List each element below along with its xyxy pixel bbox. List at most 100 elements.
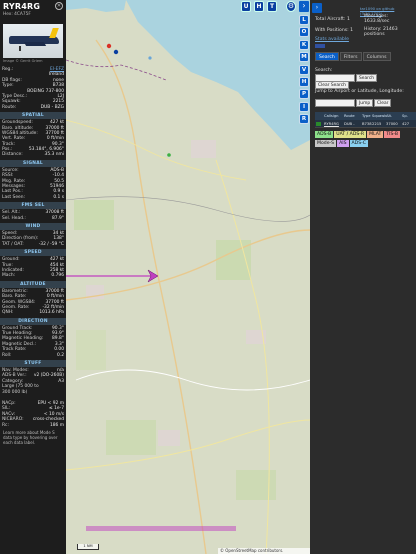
total-aircraft: Total Aircraft: 1 <box>315 17 350 22</box>
section-header-stuff[interactable]: STUFF <box>0 360 66 368</box>
legend-ais: AIS <box>337 140 349 147</box>
info-row-value: 1013.6 hPa <box>39 310 64 316</box>
jump-label: Jump to Airport or Latitude, Longitude: <box>315 89 404 94</box>
table-cell: 37000 <box>386 122 398 126</box>
column-header[interactable]: Route <box>344 112 362 120</box>
info-row-value: 0.1 s <box>53 194 64 200</box>
tab-columns[interactable]: Columns <box>362 52 391 61</box>
aircraft-photo[interactable] <box>3 24 63 58</box>
jump-input[interactable] <box>315 99 355 107</box>
map-button-u[interactable]: U <box>241 1 251 12</box>
layer-button-i[interactable]: I <box>299 101 309 112</box>
column-header[interactable] <box>315 112 324 120</box>
search-button[interactable]: Search <box>356 74 378 82</box>
info-row-value: 35.3 nmi <box>44 152 64 158</box>
section-header-altitude[interactable]: ALTITUDE <box>0 280 66 288</box>
jump-button[interactable]: Jump <box>356 99 374 107</box>
info-row-value: -32 / -59 °C <box>38 241 64 247</box>
legend-ads-c: ADS-C <box>349 140 368 147</box>
map-view[interactable]: U H T ⚙ › + − 1 NM © OpenStreetMap contr… <box>66 0 310 554</box>
section-header-spatial[interactable]: SPATIAL <box>0 112 66 120</box>
info-row-key: Sel. Head.: <box>2 215 26 221</box>
tab-search[interactable]: Search <box>315 52 339 61</box>
stats-swatch <box>315 44 325 48</box>
layer-button-p[interactable]: P <box>299 89 309 100</box>
section-header-signal[interactable]: SIGNAL <box>0 159 66 167</box>
section-header-speed[interactable]: SPEED <box>0 249 66 257</box>
table-cell: DUB - BZG <box>344 122 355 134</box>
legend-ads-b: ADS-B <box>315 131 334 138</box>
table-cell: RYR4RG <box>324 122 339 126</box>
info-row-value: 87.9° <box>52 215 64 221</box>
with-positions: With Positions: 1 <box>315 28 354 33</box>
map-button-t[interactable]: T <box>267 1 277 12</box>
stats-link[interactable]: Stats available <box>315 37 349 43</box>
info-row-key: Route: <box>2 104 17 110</box>
info-row: Sel. Head.: 87.9° <box>2 216 64 221</box>
expand-arrow-icon[interactable]: › <box>299 1 309 12</box>
info-row-key: QNH: <box>2 310 14 316</box>
panel-tabs: Search Filters Columns <box>315 52 391 61</box>
info-row: Roll: 0.2 <box>2 353 64 358</box>
aircraft-table: Callsign Route Type Squawk Alt. Sp. RYR4RG DUB… <box>315 112 416 134</box>
info-row: Distance: 35.3 nmi <box>2 152 64 157</box>
info-note: Learn more about Mode S data type by hov… <box>3 429 58 445</box>
legend-mode-s: Mode-S <box>315 140 337 147</box>
info-row-key: Reg.: <box>2 67 14 72</box>
layer-button-m[interactable]: M <box>299 52 309 63</box>
column-header[interactable]: Alt. <box>386 112 402 120</box>
close-icon[interactable]: ✕ <box>55 2 63 10</box>
info-sections: SPATIAL Groundspeed: 427 kt Baro. altitude:… <box>0 112 66 428</box>
info-row: Last Seen: 0.1 s <box>2 195 64 200</box>
info-row: Mach: 0.796 <box>2 273 64 278</box>
info-row-key: Last Seen: <box>2 194 25 200</box>
section-header-wind[interactable]: WIND <box>0 222 66 230</box>
messages-value: 1633.8/sec <box>364 19 390 24</box>
app-root: RYR4RG Hex: 4CA75F ✕ Image © Gerrit Grie… <box>0 0 416 554</box>
column-header[interactable]: Squawk <box>372 112 386 120</box>
info-row-key: Mach: <box>2 273 16 279</box>
layer-button-k[interactable]: K <box>299 39 309 50</box>
layer-button-h[interactable]: H <box>299 77 309 87</box>
map-scale: 1 NM <box>77 544 99 550</box>
clear-button[interactable]: Clear <box>374 99 392 107</box>
search-label: Search: <box>315 68 333 73</box>
table-row[interactable]: RYR4RG DUB - BZG B7382215 37000 427 <box>315 120 416 134</box>
registration-rows: Reg.: EI-EFZ Ireland DB flags: none Type: B738… <box>0 67 66 110</box>
section-header-direction[interactable]: DIRECTION <box>0 317 66 325</box>
table-cell: B738 <box>362 122 372 126</box>
column-header[interactable]: Type <box>362 112 372 120</box>
info-row: TAT / OAT: -32 / -59 °C <box>2 242 64 247</box>
aircraft-info-panel: RYR4RG Hex: 4CA75F ✕ Image © Gerrit Grie… <box>0 0 66 554</box>
info-header: RYR4RG Hex: 4CA75F ✕ <box>0 0 66 20</box>
hex-value: 4CA75F <box>14 12 31 17</box>
hex-line: Hex: 4CA75F <box>3 12 63 17</box>
gear-icon[interactable]: ⚙ <box>286 1 296 12</box>
info-row-value: 186 m <box>49 422 64 428</box>
tab-filters[interactable]: Filters <box>339 52 362 61</box>
aircraft-list-panel: › tar1090 on github (3.14.1702) Total Ai… <box>310 0 416 554</box>
layer-button-r[interactable]: R <box>299 114 309 125</box>
column-header[interactable]: Callsign <box>324 112 344 120</box>
hex-label: Hex: <box>3 12 13 17</box>
layer-button-o[interactable]: O <box>299 27 309 38</box>
layer-button-v[interactable]: V <box>299 64 309 75</box>
info-row-key: TAT / OAT: <box>2 241 24 247</box>
history-value: positions <box>364 32 385 37</box>
info-row-key: Rc: <box>2 422 9 428</box>
table-cell: 427 <box>402 122 410 126</box>
clear-search-button[interactable]: Clear Search <box>315 81 349 89</box>
column-header[interactable]: Sp. <box>402 112 416 120</box>
info-row: QNH: 1013.6 hPa <box>2 310 64 315</box>
info-row-value: 0.796 <box>51 273 64 279</box>
map-button-h[interactable]: H <box>254 1 264 12</box>
callsign-title: RYR4RG <box>3 2 41 11</box>
section-header-fms-sel[interactable]: FMS SEL <box>0 202 66 210</box>
info-row-value: DUB - BZG <box>40 104 64 110</box>
map-attribution[interactable]: © OpenStreetMap contributors. <box>218 548 310 554</box>
collapse-panel-icon[interactable]: › <box>312 3 322 13</box>
layer-button-l[interactable]: L <box>299 15 309 25</box>
table-header: Callsign Route Type Squawk Alt. Sp. <box>315 112 416 120</box>
legend-tis-b: TIS-B <box>384 131 401 138</box>
info-row-key: 300 000 lb) <box>2 389 28 395</box>
